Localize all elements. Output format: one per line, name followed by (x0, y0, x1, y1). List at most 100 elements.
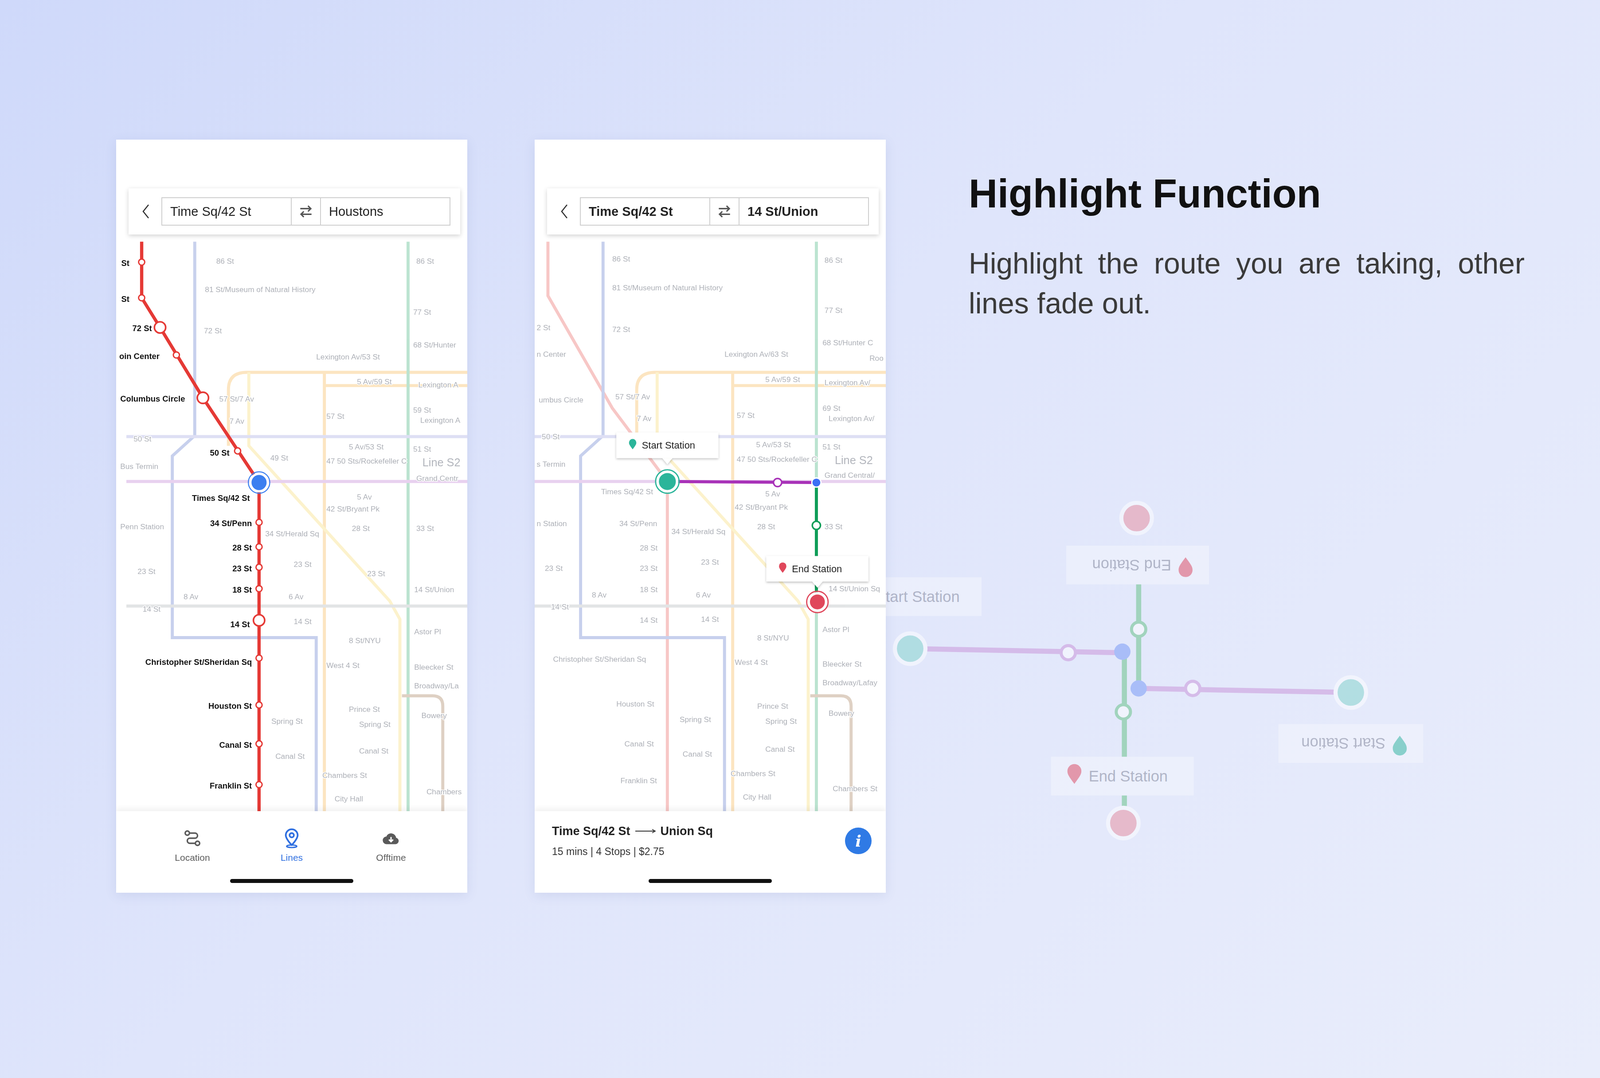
station-label: 72 St (203, 326, 222, 336)
route-search-bar: Time Sq/42 St 14 St/Union (547, 188, 879, 235)
chevron-left-icon (559, 203, 569, 220)
station-dot (255, 655, 263, 662)
route-station-label: 34 St/Penn (210, 518, 252, 529)
station-label: 57 St/7 Av (615, 392, 651, 402)
station-dot[interactable] (773, 478, 782, 487)
subway-map[interactable]: 86 St81 St/Museum of Natural History72 S… (534, 139, 886, 812)
station-label: 5 Av/53 St (756, 440, 792, 450)
station-label: Canal St (765, 744, 795, 754)
chevron-left-icon (141, 203, 151, 220)
station-label: n Center (536, 349, 567, 359)
station-label: Bleecker St (822, 659, 862, 669)
route-station[interactable]: 72 St (132, 321, 166, 333)
preview-label: End Station (1051, 756, 1194, 796)
station-label: Bus Termin (120, 461, 159, 471)
route-station[interactable]: St (121, 258, 145, 268)
preview-label-box (1066, 545, 1209, 585)
route-station[interactable]: Houston St (208, 701, 263, 711)
station-label: 14 St (700, 614, 719, 624)
route-station-label: 28 St (232, 543, 252, 553)
tab-item[interactable]: Location (142, 828, 243, 864)
station-label: 81 St/Museum of Natural History (612, 283, 724, 293)
map-canvas[interactable]: 86 St81 St/Museum of Natural History72 S… (116, 139, 468, 812)
route-summary-title: Time Sq/42 StUnion Sq (551, 823, 713, 839)
subway-line (534, 480, 886, 484)
route-station-label: Times Sq/42 St (191, 493, 251, 503)
tooltip-pointer (662, 457, 673, 465)
destination-field[interactable]: Houstons (320, 198, 450, 225)
line-name: Line S2 (834, 453, 873, 467)
station-dot[interactable] (812, 521, 821, 530)
route-station-label: 23 St (232, 563, 252, 574)
route-station[interactable]: 28 St (232, 543, 263, 553)
back-button[interactable] (553, 198, 576, 225)
preview-transfer (1114, 643, 1131, 661)
route-station[interactable]: 23 St (232, 563, 263, 574)
station-dot (255, 740, 263, 748)
station-label: 77 St (413, 307, 431, 317)
tab-item[interactable]: Offtime (341, 828, 441, 864)
origin-field[interactable]: Time Sq/42 St (162, 198, 291, 225)
station-label: Lexington A (418, 380, 459, 390)
route-station-label: Canal St (219, 740, 253, 750)
route-station[interactable]: 34 St/Penn (210, 518, 263, 529)
station-label: 5 Av/53 St (348, 442, 384, 452)
feature-title: Highlight Function (968, 170, 1525, 217)
preview-line (1121, 653, 1127, 817)
origin-field[interactable]: Time Sq/42 St (580, 198, 710, 225)
route-station[interactable]: 18 St (232, 585, 263, 595)
route-station-label: Franklin St (209, 781, 252, 791)
location-pin-icon (1178, 557, 1193, 578)
route-station[interactable]: Times Sq/42 St (191, 471, 270, 503)
station-label: Chambers St (730, 769, 776, 779)
station-label: 23 St (367, 569, 385, 579)
map-canvas[interactable]: 86 St81 St/Museum of Natural History72 S… (534, 139, 886, 812)
station-label: 7 Av (229, 416, 245, 426)
start-station-dot[interactable] (657, 471, 677, 492)
station-label: 8 St/NYU (757, 633, 790, 643)
preview-line (1138, 688, 1352, 693)
back-button[interactable] (134, 198, 157, 225)
subway-line (580, 241, 725, 812)
station-dot (255, 585, 263, 592)
station-label: Spring St (359, 719, 391, 729)
station-label: Lexington A (420, 415, 461, 425)
highlighted-line (667, 481, 817, 483)
station-label: Times Sq/42 St (601, 487, 654, 497)
preview-label-text: End Station (1088, 767, 1168, 785)
route-station[interactable]: Franklin St (209, 781, 263, 791)
subway-map[interactable]: 86 St81 St/Museum of Natural History72 S… (116, 139, 468, 812)
swap-button[interactable] (290, 198, 321, 225)
route-station[interactable]: Columbus Circle (120, 392, 209, 404)
preview-end-node (1121, 502, 1152, 534)
station-label: West 4 St (326, 661, 360, 670)
route-station[interactable]: Christopher St/Sheridan Sq (145, 655, 263, 668)
station-label: 42 St/Bryant Pk (734, 502, 788, 512)
station-label: Canal St (682, 749, 712, 759)
station-label: 86 St (824, 255, 843, 265)
location-pin-icon (1392, 735, 1407, 756)
station-label: 57 St (326, 411, 345, 421)
route-station[interactable]: Canal St (219, 740, 263, 750)
station-label: 77 St (824, 305, 843, 315)
route-station-label: oin Center (119, 351, 160, 361)
info-button[interactable]: i (844, 827, 872, 855)
end-station-dot[interactable] (808, 593, 826, 611)
destination-field[interactable]: 14 St/Union (739, 198, 869, 225)
preview-label: Start Station (1278, 724, 1424, 763)
route-station[interactable]: St (121, 294, 145, 304)
route-station[interactable]: 50 St (210, 447, 241, 458)
station-label: Canal St (359, 746, 389, 756)
route-station[interactable]: oin Center (119, 351, 180, 361)
station-label: 34 St/Herald Sq (265, 529, 320, 539)
route-station[interactable]: 14 St (230, 614, 265, 630)
tab-item[interactable]: Lines (242, 828, 342, 864)
route-station-label: Columbus Circle (120, 394, 185, 404)
station-label: 28 St (352, 524, 370, 533)
station-dot (255, 543, 263, 551)
swap-button[interactable] (709, 198, 740, 225)
preview-label-text: End Station (1092, 556, 1172, 574)
preview-line (1136, 571, 1142, 689)
transfer-station-dot[interactable] (811, 477, 822, 488)
station-label: Prince St (348, 704, 380, 714)
